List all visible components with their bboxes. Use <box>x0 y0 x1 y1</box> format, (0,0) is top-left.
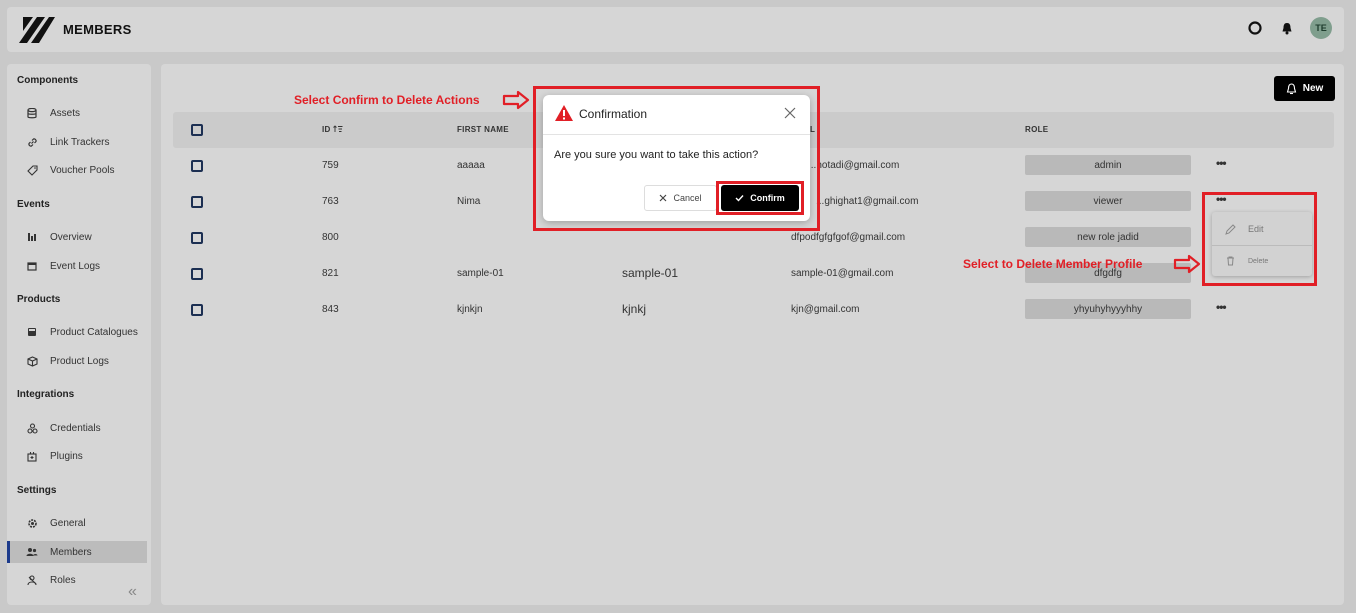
sidebar-section-settings: Settings <box>17 485 57 496</box>
member-id: 759 <box>322 160 339 171</box>
column-header-id[interactable]: ID <box>322 125 343 134</box>
sidebar-item-label: Event Logs <box>50 260 101 272</box>
sidebar-item-product-logs[interactable]: Product Logs <box>7 350 147 372</box>
table-row[interactable]: 843 kjnkjn kjnkj kjn@gmail.com yhyuhyhyy… <box>173 292 1334 328</box>
sidebar-item-label: Roles <box>50 574 76 586</box>
tag-icon <box>26 164 38 176</box>
sidebar-item-label: Assets <box>50 107 81 119</box>
user-avatar[interactable]: TE <box>1310 17 1332 39</box>
member-role: viewer <box>1025 191 1191 211</box>
sidebar-item-voucher-pools[interactable]: Voucher Pools <box>7 159 147 181</box>
sidebar-item-label: Product Logs <box>50 355 109 367</box>
arrow-right-icon <box>502 90 530 110</box>
member-last-name: sample-01 <box>622 266 679 280</box>
member-email: sample-01@gmail.com <box>791 268 894 279</box>
sidebar-section-components: Components <box>17 75 79 86</box>
link-icon <box>26 136 38 148</box>
member-first-name: sample-01 <box>457 268 504 279</box>
member-role: yhyuhyhyyyhhy <box>1025 299 1191 319</box>
sidebar-section-integrations: Integrations <box>17 389 75 400</box>
new-member-button[interactable]: New <box>1274 76 1335 101</box>
gear-icon <box>26 517 38 529</box>
member-role: new role jadid <box>1025 227 1191 247</box>
row-checkbox[interactable] <box>191 196 203 208</box>
sidebar: Components Assets Link Trackers Voucher … <box>7 64 151 605</box>
member-email: ...ghighat1@gmail.com <box>816 196 919 207</box>
confirm-highlight-box <box>716 181 804 215</box>
row-actions-icon[interactable]: ••• <box>1216 300 1227 314</box>
sidebar-item-assets[interactable]: Assets <box>7 102 147 124</box>
member-role: admin <box>1025 155 1191 175</box>
delete-hint-annotation: Select to Delete Member Profile <box>963 257 1143 271</box>
catalogue-icon <box>26 326 38 338</box>
row-checkbox[interactable] <box>191 304 203 316</box>
sidebar-item-general[interactable]: General <box>7 512 147 534</box>
key-icon <box>26 422 38 434</box>
sidebar-item-label: Overview <box>50 231 92 243</box>
select-all-checkbox[interactable] <box>191 124 203 136</box>
row-checkbox[interactable] <box>191 232 203 244</box>
collapse-sidebar-icon[interactable]: « <box>128 583 137 601</box>
sidebar-item-label: Voucher Pools <box>50 164 115 176</box>
member-email: kjn@gmail.com <box>791 304 860 315</box>
page-title: MEMBERS <box>63 22 132 37</box>
chart-icon <box>26 231 38 243</box>
notification-bell-icon[interactable] <box>1278 19 1296 37</box>
column-header-role[interactable]: ROLE <box>1025 125 1048 134</box>
sidebar-section-events: Events <box>17 199 50 210</box>
member-id: 763 <box>322 196 339 207</box>
arrow-right-icon <box>1173 254 1201 274</box>
sidebar-item-credentials[interactable]: Credentials <box>7 417 147 439</box>
sidebar-item-label: Members <box>50 546 92 558</box>
top-bar: MEMBERS TE <box>7 7 1344 52</box>
sidebar-item-label: General <box>50 517 86 529</box>
sidebar-section-products: Products <box>17 294 61 305</box>
member-first-name: aaaaa <box>457 160 485 171</box>
help-lifebuoy-icon[interactable] <box>1246 19 1264 37</box>
sidebar-item-overview[interactable]: Overview <box>7 226 147 248</box>
member-id: 821 <box>322 268 339 279</box>
roles-icon <box>26 574 38 586</box>
member-first-name: kjnkjn <box>457 304 483 315</box>
member-last-name: kjnkj <box>622 302 647 316</box>
confirm-hint-annotation: Select Confirm to Delete Actions <box>294 93 480 107</box>
sidebar-item-roles[interactable]: Roles <box>7 569 147 591</box>
row-actions-icon[interactable]: ••• <box>1216 156 1227 170</box>
sidebar-item-link-trackers[interactable]: Link Trackers <box>7 131 147 153</box>
app-logo-icon[interactable] <box>19 15 55 45</box>
new-button-label: New <box>1302 83 1324 94</box>
sidebar-item-label: Plugins <box>50 450 83 462</box>
calendar-icon <box>26 260 38 272</box>
member-id: 800 <box>322 232 339 243</box>
sidebar-item-label: Product Catalogues <box>50 326 138 338</box>
table-row[interactable]: 821 sample-01 sample-01 sample-01@gmail.… <box>173 256 1334 292</box>
database-icon <box>26 107 38 119</box>
member-first-name: Nima <box>457 196 481 207</box>
sidebar-item-members[interactable]: Members <box>7 541 147 563</box>
plugin-icon <box>26 450 38 462</box>
bell-icon <box>1286 82 1296 94</box>
sidebar-item-product-catalogues[interactable]: Product Catalogues <box>7 321 147 343</box>
sort-icon[interactable] <box>333 125 343 133</box>
row-checkbox[interactable] <box>191 160 203 172</box>
sidebar-item-event-logs[interactable]: Event Logs <box>7 255 147 277</box>
member-email: dfpodfgfgfgof@gmail.com <box>791 232 906 243</box>
menu-highlight-box <box>1202 192 1317 286</box>
row-checkbox[interactable] <box>191 268 203 280</box>
users-icon <box>26 546 38 558</box>
sidebar-item-label: Link Trackers <box>50 136 110 148</box>
sidebar-item-label: Credentials <box>50 422 101 434</box>
member-id: 843 <box>322 304 339 315</box>
member-email: ...hotadi@gmail.com <box>808 160 900 171</box>
sidebar-item-plugins[interactable]: Plugins <box>7 445 147 467</box>
box-icon <box>26 355 38 367</box>
column-header-first-name[interactable]: FIRST NAME <box>457 125 509 134</box>
